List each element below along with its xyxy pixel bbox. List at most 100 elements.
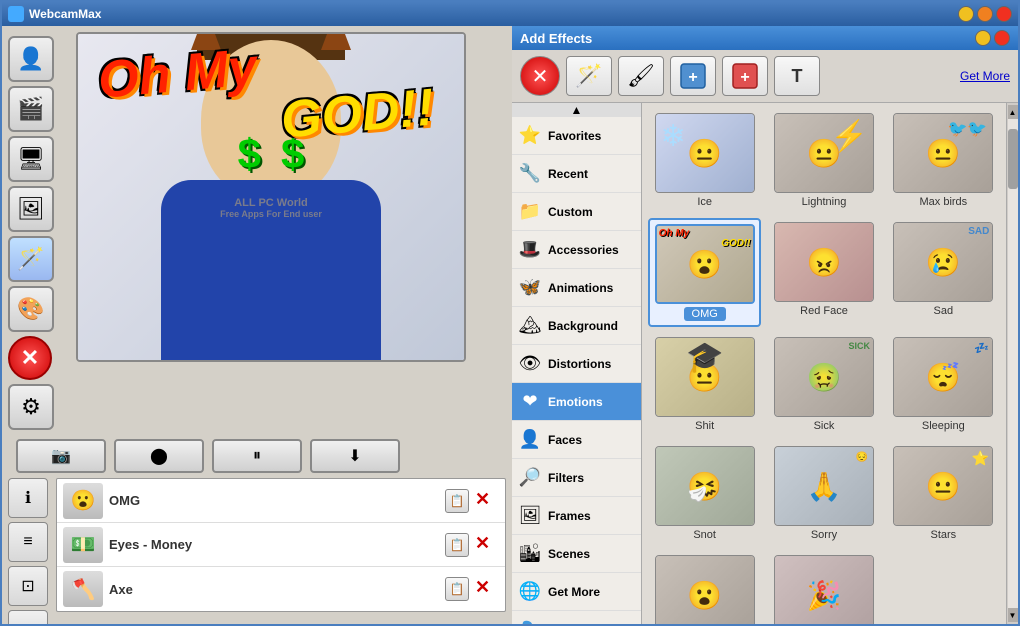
add2-tool-button[interactable]: + (722, 56, 768, 96)
cat-distortions[interactable]: 👁 Distortions (512, 345, 641, 383)
cat-accessories[interactable]: 🎩 Accessories (512, 231, 641, 269)
list-button[interactable]: ≡ (8, 522, 48, 562)
cat-filters[interactable]: 🔎 Filters (512, 459, 641, 497)
cat-frames[interactable]: 🖼 Frames (512, 497, 641, 535)
effect-card-sleeping[interactable]: 💤 😴 Sleeping (887, 333, 1000, 436)
effects-grid: ❄ 😐 Ice (648, 109, 1000, 624)
effect-card-sorry[interactable]: 😔 🙏 Sorry (767, 442, 880, 545)
scroll-thumb[interactable] (1008, 129, 1018, 189)
delete-money-button[interactable]: ✕ (475, 533, 499, 557)
sidebar-stop-button[interactable]: ✕ (8, 336, 52, 380)
delete-omg-button[interactable]: ✕ (475, 489, 499, 513)
effect-label-redface: Red Face (800, 305, 848, 317)
add-effects-title: Add Effects (520, 31, 592, 46)
effect-card-shit[interactable]: 🎓 😐 Shit (648, 333, 761, 436)
effect-card-sad[interactable]: SAD 😢 Sad (887, 218, 1000, 327)
text-tool-button[interactable]: T (774, 56, 820, 96)
copy-money-button[interactable]: 📋 (445, 533, 469, 557)
get-more-button[interactable]: Get More (960, 69, 1010, 83)
effect-card-stars[interactable]: ⭐ 😐 Stars (887, 442, 1000, 545)
favorites-icon: ⭐ (518, 124, 542, 148)
cat-favorites[interactable]: ⭐ Favorites (512, 117, 641, 155)
effects-minimize[interactable] (975, 30, 991, 46)
scroll-track (1008, 119, 1018, 608)
effect-card-ice[interactable]: ❄ 😐 Ice (648, 109, 761, 212)
maximize-button[interactable] (977, 6, 993, 22)
sidebar-brush-button[interactable]: 🎨 (8, 286, 54, 332)
effect-card-sick[interactable]: SICK 🤢 Sick (767, 333, 880, 436)
close-button[interactable] (996, 6, 1012, 22)
effect-card-redface[interactable]: 😠 Red Face (767, 218, 880, 327)
effect-card-snot[interactable]: 🤧 Snot (648, 442, 761, 545)
download-button[interactable]: ⬇ (310, 439, 400, 473)
cat-faces[interactable]: 👤 Faces (512, 421, 641, 459)
sidebar-screen-button[interactable]: 🖥 (8, 136, 54, 182)
effect-card-maxbirds[interactable]: 🐦🐦 😐 Max birds (887, 109, 1000, 212)
cat-scroll-up[interactable]: ▲ (512, 103, 641, 117)
cat-custom[interactable]: 📁 Custom (512, 193, 641, 231)
effect-thumb-axe: 🪓 (63, 571, 103, 607)
sidebar-wand-button[interactable]: 🪄 (8, 236, 54, 282)
grid-button[interactable]: ⊞ (8, 610, 48, 624)
minimize-button[interactable] (958, 6, 974, 22)
filters-icon: 🔎 (518, 466, 542, 490)
cat-background[interactable]: 🏔 Background (512, 307, 641, 345)
delete-axe-button[interactable]: ✕ (475, 577, 499, 601)
copy-axe-button[interactable]: 📋 (445, 577, 469, 601)
accessories-icon: 🎩 (518, 238, 542, 262)
emotions-icon: ❤ (518, 390, 542, 414)
info-button[interactable]: ℹ (8, 478, 48, 518)
effect-card-extra2[interactable]: 🎉 (767, 551, 880, 624)
sidebar-video-button[interactable]: 🎬 (8, 86, 54, 132)
expand-button[interactable]: ⊡ (8, 566, 48, 606)
scrollbar[interactable]: ▲ ▼ (1006, 103, 1018, 624)
effect-item-axe: 🪓 Axe 📋 ✕ (57, 567, 505, 611)
copy-omg-button[interactable]: 📋 (445, 489, 469, 513)
brush-tool-button[interactable]: 🖌 (618, 56, 664, 96)
effect-name-omg: OMG (109, 493, 439, 508)
sidebar-image-button[interactable]: 🖼 (8, 186, 54, 232)
add-tool-button[interactable]: + (670, 56, 716, 96)
effect-img-extra2: 🎉 (774, 555, 874, 624)
app-title: WebcamMax (29, 7, 101, 21)
category-list: ▲ ⭐ Favorites 🔧 Recent 📁 (512, 103, 642, 624)
effects-close[interactable] (994, 30, 1010, 46)
effect-img-shit: 🎓 😐 (655, 337, 755, 417)
cat-recent[interactable]: 🔧 Recent (512, 155, 641, 193)
effect-img-maxbirds: 🐦🐦 😐 (893, 113, 993, 193)
effect-label-lightning: Lightning (802, 196, 847, 208)
cat-animations[interactable]: 🦋 Animations (512, 269, 641, 307)
effect-card-omg[interactable]: Oh My GOD!! 😮 OMG (648, 218, 761, 327)
effect-label-maxbirds: Max birds (919, 196, 967, 208)
left-bottom: ℹ ≡ ⊡ ⊞ 😮 OMG 📋 ✕ (8, 478, 506, 624)
sidebar-person-button[interactable]: 👤 (8, 36, 54, 82)
scroll-down-btn[interactable]: ▼ (1008, 608, 1018, 622)
close-tool-button[interactable]: ✕ (520, 56, 560, 96)
sidebar-gear-button[interactable]: ⚙ (8, 384, 54, 430)
favorites-label: Favorites (548, 129, 601, 143)
record-button[interactable]: ⬤ (114, 439, 204, 473)
webcam-view: Oh My GOD!! $ $ (76, 32, 466, 362)
pause-button[interactable]: ⏸ (212, 439, 302, 473)
effect-card-extra1[interactable]: 😮 (648, 551, 761, 624)
cat-install[interactable]: 🎭 Install (512, 611, 641, 624)
effect-card-lightning[interactable]: ⚡ 😐 Lightning (767, 109, 880, 212)
cat-scenes[interactable]: 🏙 Scenes (512, 535, 641, 573)
animations-label: Animations (548, 281, 613, 295)
effect-img-sick: SICK 🤢 (774, 337, 874, 417)
title-bar-controls (958, 6, 1012, 22)
camera-button[interactable]: 📷 (16, 439, 106, 473)
install-label: Install (548, 623, 583, 625)
effects-body: ▲ ⭐ Favorites 🔧 Recent 📁 (512, 103, 1018, 624)
custom-icon: 📁 (518, 200, 542, 224)
effect-item-money: 💵 Eyes - Money 📋 ✕ (57, 523, 505, 567)
effect-name-money: Eyes - Money (109, 537, 439, 552)
wand-tool-button[interactable]: 🪄 (566, 56, 612, 96)
add-effects-titlebar: Add Effects (512, 26, 1018, 50)
background-label: Background (548, 319, 618, 333)
effect-img-sleeping: 💤 😴 (893, 337, 993, 417)
god-overlay: GOD!! (279, 77, 437, 150)
scroll-up-btn[interactable]: ▲ (1008, 105, 1018, 119)
cat-get-more[interactable]: 🌐 Get More (512, 573, 641, 611)
cat-emotions[interactable]: ❤ Emotions (512, 383, 641, 421)
